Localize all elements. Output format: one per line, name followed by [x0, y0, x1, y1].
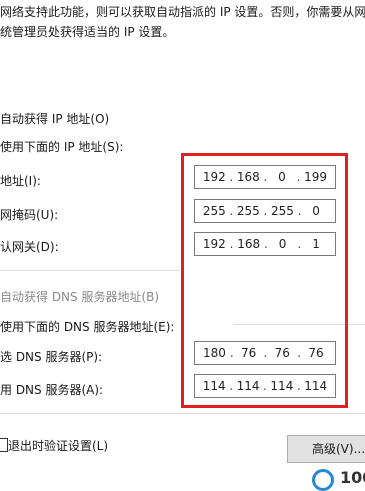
- radio-auto-dns[interactable]: 自动获得 DNS 服务器地址(B): [0, 288, 159, 305]
- section-divider: [0, 270, 180, 271]
- highlight-annotation-box: [181, 153, 348, 408]
- radio-auto-ip-label: 自动获得 IP 地址(O): [0, 112, 110, 126]
- description-text: 网络支持此功能，则可以获取自动指派的 IP 设置。否则，你需要从网 统管理员处获…: [0, 2, 365, 42]
- preferred-dns-label: 选 DNS 服务器(P):: [0, 350, 103, 364]
- radio-manual-dns[interactable]: 使用下面的 DNS 服务器地址(E):: [0, 318, 174, 335]
- validate-label: 退出时验证设置(L): [8, 439, 109, 453]
- advanced-button[interactable]: 高级(V)...: [287, 435, 365, 463]
- ip-address-label: 地址(I):: [0, 174, 41, 188]
- radio-manual-dns-label: 使用下面的 DNS 服务器地址(E):: [0, 320, 175, 334]
- radio-auto-dns-label: 自动获得 DNS 服务器地址(B): [0, 290, 160, 304]
- description-line-1: 网络支持此功能，则可以获取自动指派的 IP 设置。否则，你需要从网: [0, 5, 365, 19]
- default-gateway-label: 认网关(D):: [0, 240, 59, 254]
- validate-checkbox[interactable]: [0, 438, 8, 452]
- watermark-logo-icon: [312, 469, 334, 491]
- description-line-2: 统管理员处获得适当的 IP 设置。: [0, 25, 175, 39]
- radio-auto-ip[interactable]: 自动获得 IP 地址(O): [0, 110, 109, 127]
- subnet-mask-label: 网掩码(U):: [0, 208, 59, 222]
- alternate-dns-label: 用 DNS 服务器(A):: [0, 383, 104, 397]
- footer-divider: [0, 413, 365, 414]
- watermark-logo-text: 100: [340, 468, 365, 487]
- radio-manual-ip-label: 使用下面的 IP 地址(S):: [0, 140, 124, 154]
- radio-manual-ip[interactable]: 使用下面的 IP 地址(S):: [0, 138, 123, 155]
